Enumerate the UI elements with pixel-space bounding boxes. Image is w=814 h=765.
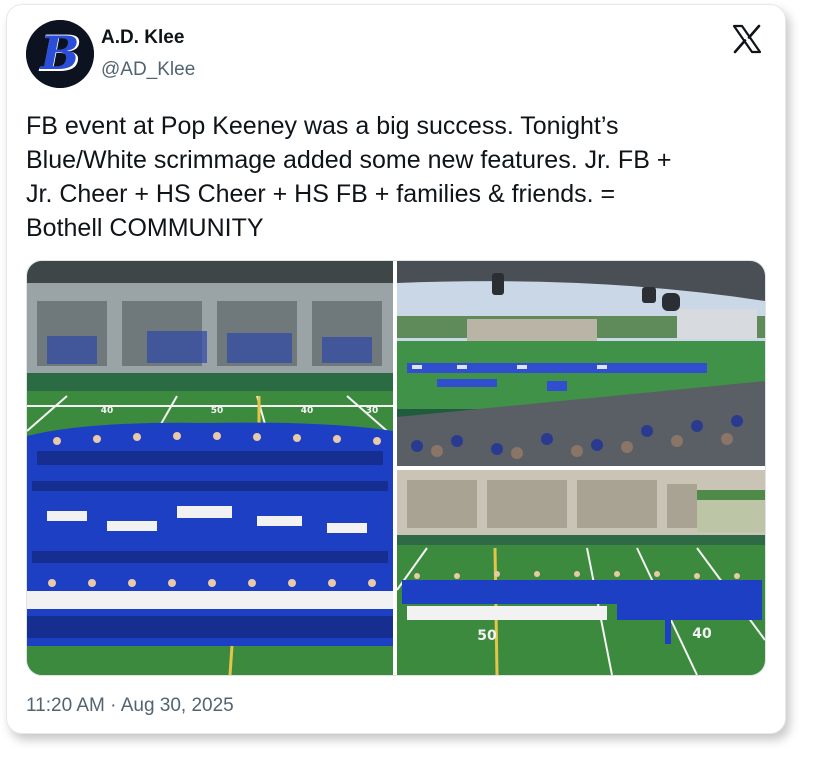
field-number: 40 (101, 406, 114, 416)
field-number: 40 (301, 406, 314, 416)
x-logo-icon[interactable] (731, 23, 763, 55)
tweet-text: FB event at Pop Keeney was a big success… (26, 112, 672, 242)
field-number: 40 (692, 626, 712, 642)
author-handle[interactable]: @AD_Klee (101, 59, 195, 81)
photo-teams-lined-up[interactable]: 50 40 (397, 470, 765, 675)
field-number: 30 (366, 406, 379, 416)
field-number: 50 (477, 628, 497, 644)
tweet-timestamp[interactable]: 11:20 AM · Aug 30, 2025 (26, 695, 234, 717)
photo-stadium-view[interactable] (397, 261, 765, 466)
field-number: 50 (211, 406, 224, 416)
media-grid: 40 50 40 30 50 40 (26, 260, 766, 676)
avatar[interactable]: B B (26, 20, 94, 88)
tweet-card: B B A.D. Klee @AD_Klee FB event at Pop K… (6, 4, 786, 734)
letter-b-logo-icon: B B (26, 20, 94, 88)
photo-team-group[interactable]: 40 50 40 30 (27, 261, 393, 675)
avatar-letter-fill: B (39, 26, 80, 80)
author-name[interactable]: A.D. Klee (101, 27, 184, 49)
